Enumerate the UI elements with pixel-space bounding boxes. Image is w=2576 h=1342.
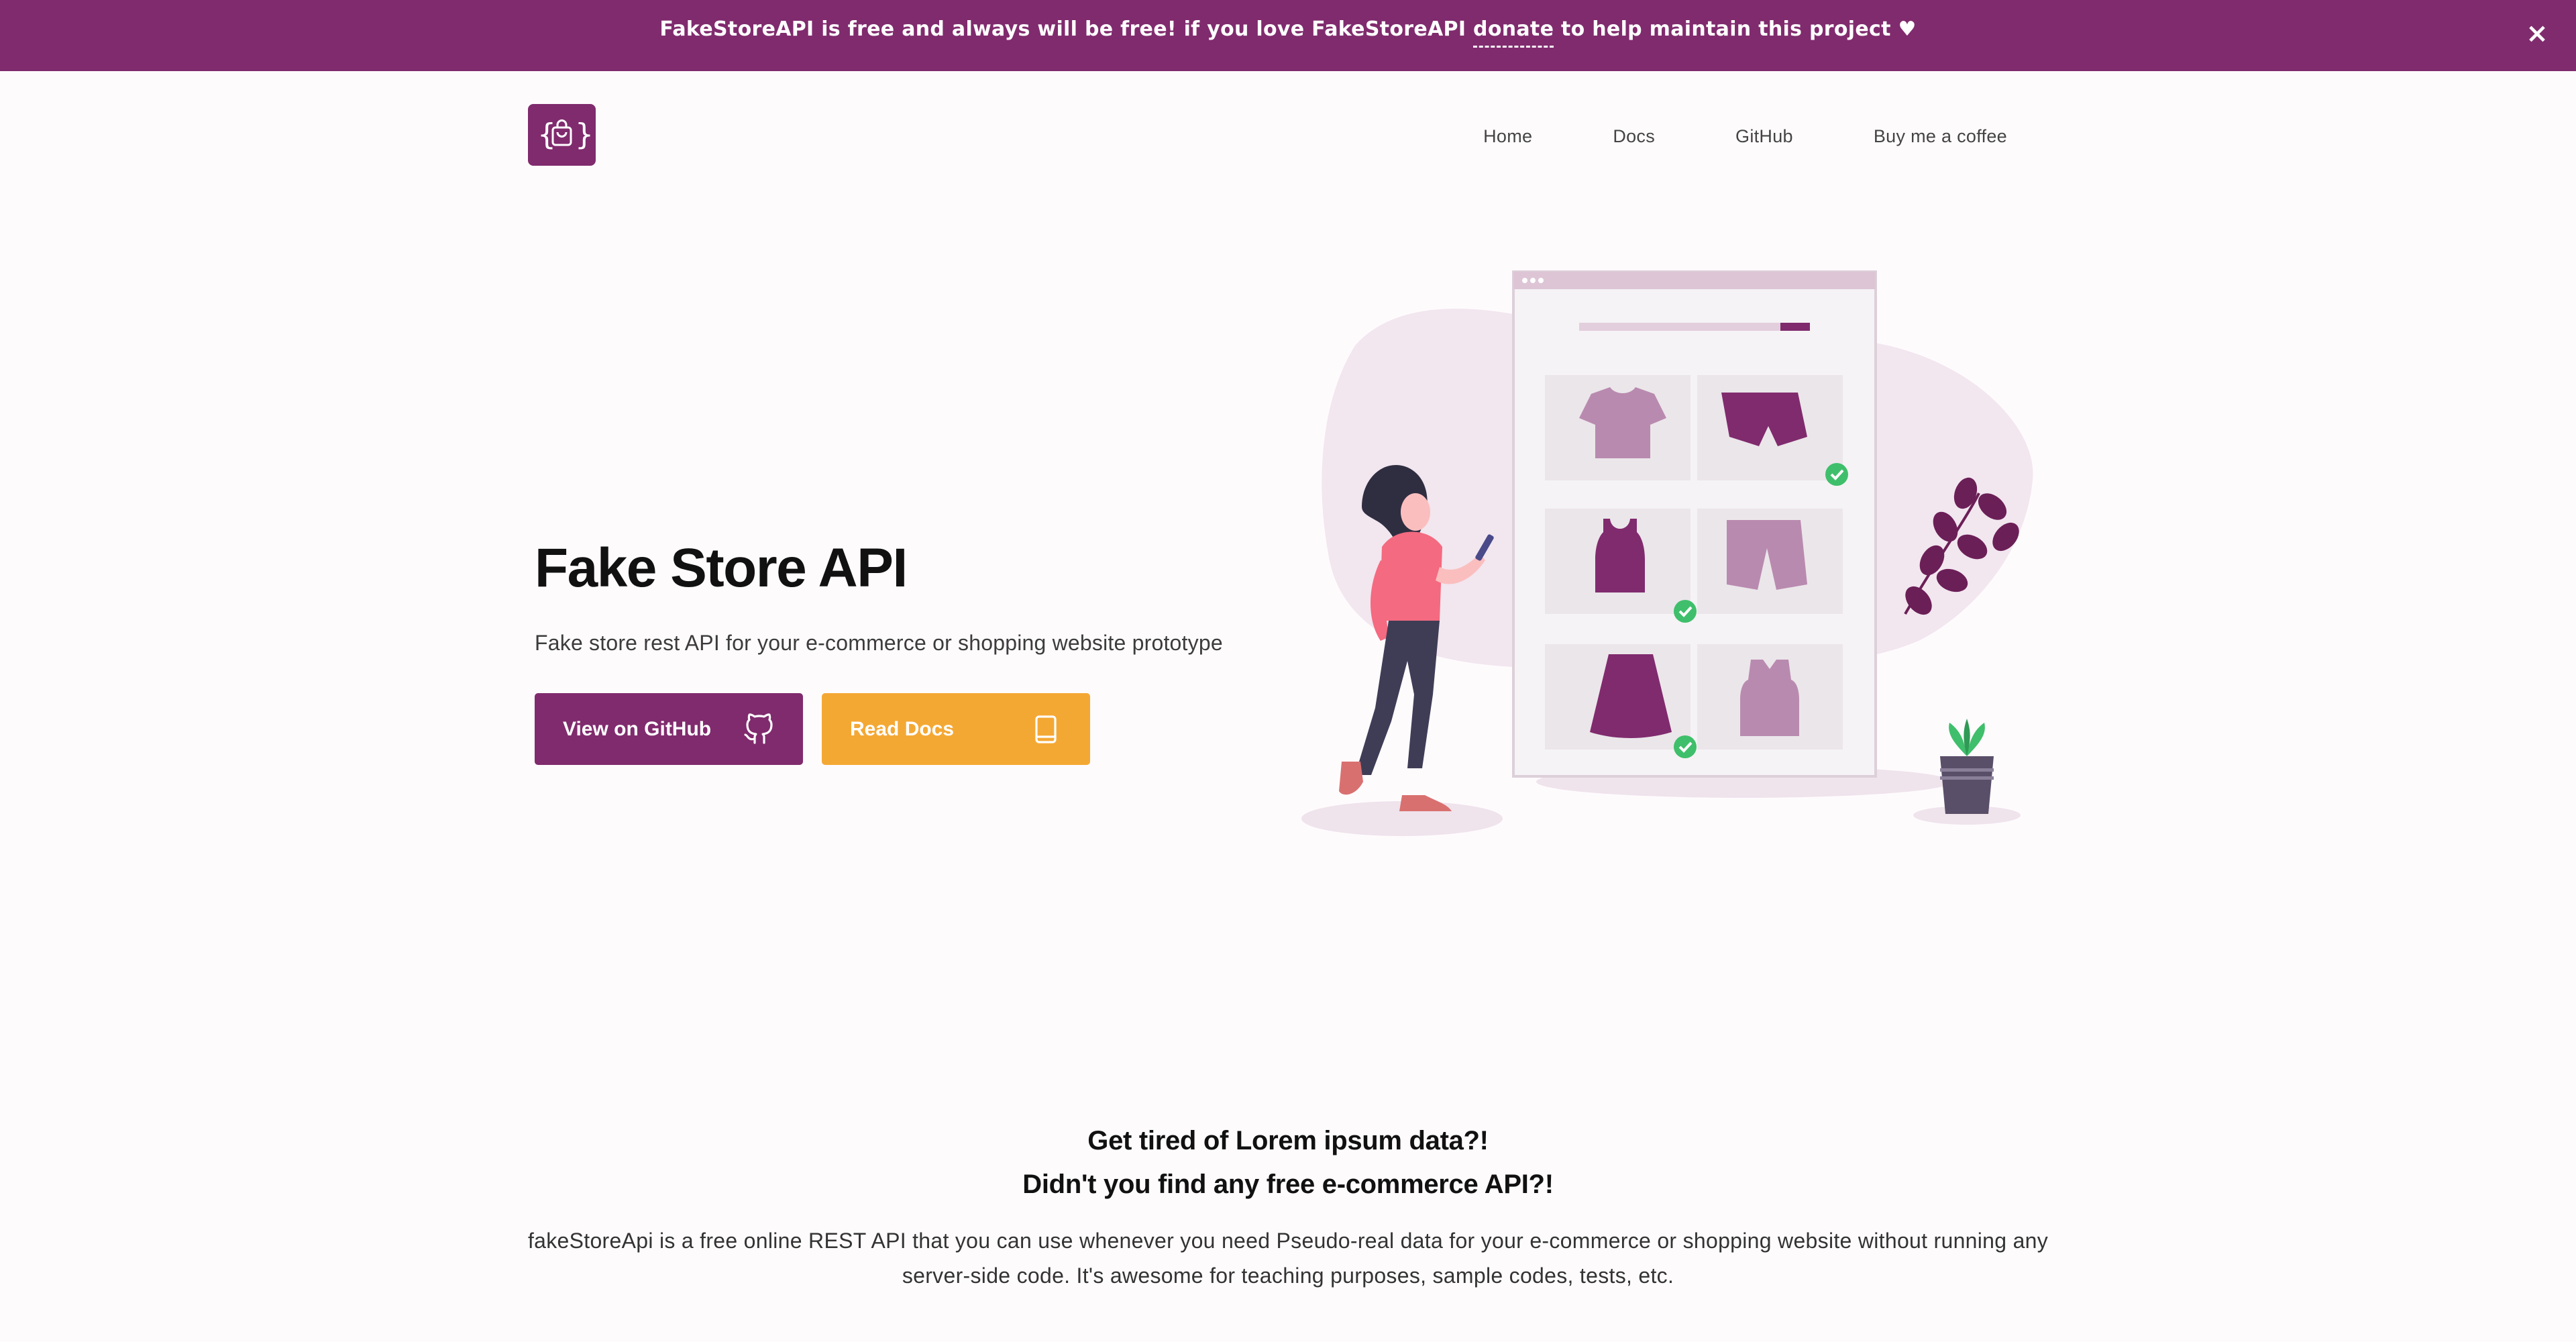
nav-github[interactable]: GitHub — [1735, 126, 1793, 147]
check-icon — [1674, 600, 1697, 623]
read-docs-label: Read Docs — [850, 717, 955, 740]
potted-plant — [1940, 719, 1994, 814]
announcement-bar: FakeStoreAPI is free and always will be … — [0, 0, 2576, 71]
about-heading-1: Get tired of Lorem ipsum data?! — [1087, 1126, 1489, 1155]
about-heading-2: Didn't you find any free e-commerce API?… — [1022, 1170, 1554, 1199]
check-icon — [1674, 735, 1697, 758]
hero-subtitle: Fake store rest API for your e-commerce … — [535, 631, 1223, 655]
announcement-text: FakeStoreAPI is free and always will be … — [0, 17, 2576, 48]
view-on-github-button[interactable]: View on GitHub — [535, 693, 803, 765]
donate-link[interactable]: donate — [1473, 18, 1554, 48]
nav-docs[interactable]: Docs — [1613, 126, 1655, 147]
about-paragraph-line-2: server-side code. It's awesome for teach… — [902, 1263, 1674, 1288]
view-on-github-label: View on GitHub — [563, 717, 712, 740]
logo[interactable]: { } — [528, 104, 596, 166]
svg-text:}: } — [575, 117, 594, 152]
about-paragraph: fakeStoreApi is a free online REST API t… — [523, 1223, 2053, 1293]
main-nav: Home Docs GitHub Buy me a coffee — [1483, 126, 2007, 147]
hero-title: Fake Store API — [535, 537, 908, 599]
about-paragraph-line-1: fakeStoreApi is a free online REST API t… — [527, 1229, 2049, 1253]
read-docs-button[interactable]: Read Docs — [822, 693, 1090, 765]
announcement-text-before: FakeStoreAPI is free and always will be … — [659, 17, 1474, 41]
browser-window — [1512, 270, 1877, 778]
nav-buy-me-a-coffee[interactable]: Buy me a coffee — [1874, 126, 2007, 147]
book-icon — [1035, 715, 1057, 743]
shopping-illustration — [1301, 270, 2033, 836]
close-icon[interactable]: × — [2524, 20, 2551, 47]
shopping-bag-braces-icon: { } — [537, 117, 594, 152]
announcement-text-after: to help maintain this project ♥ — [1554, 17, 1917, 41]
nav-home[interactable]: Home — [1483, 126, 1532, 147]
check-icon — [1825, 463, 1848, 486]
github-icon — [744, 713, 773, 744]
